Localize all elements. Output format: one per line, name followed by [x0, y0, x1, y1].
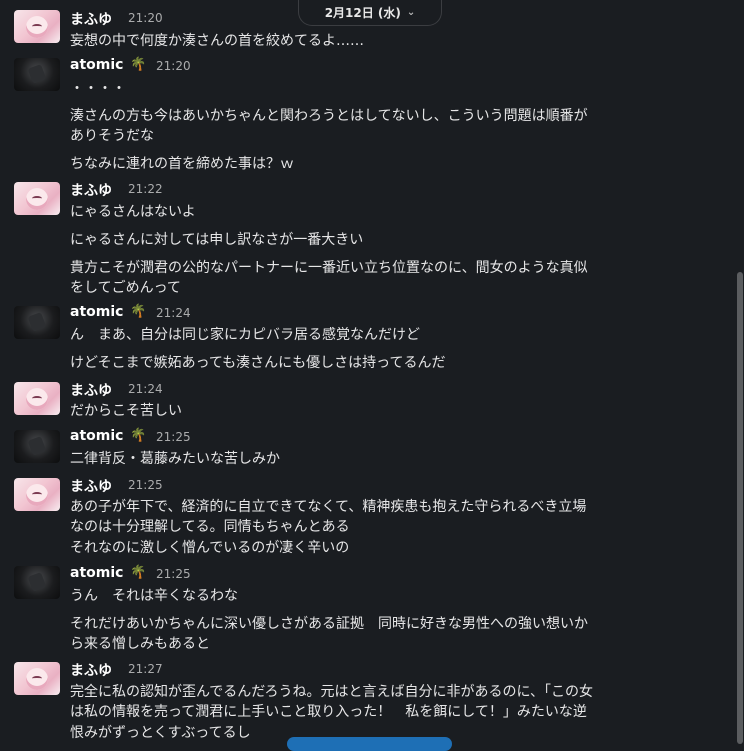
message-line: それだけあいかちゃんに深い優しさがある証拠 同時に好きな男性への強い想いか [70, 616, 588, 632]
date-divider-label: 2月12日 (水) [324, 6, 401, 20]
user-name[interactable]: まふゆ [70, 380, 112, 400]
message-line: 湊さんの方も今はあいかちゃんと関わろうとはしてないし、こういう問題は順番が [70, 108, 588, 124]
message-line: ちなみに連れの首を締めた事は？ｗ [70, 156, 294, 172]
user-name[interactable]: まふゆ [70, 180, 112, 200]
timestamp[interactable]: 21:22 [128, 182, 163, 196]
message-line: 妄想の中で何度か湊さんの首を絞めてるよ…… [70, 33, 364, 49]
palm-tree-icon: 🌴 [130, 565, 147, 580]
user-name[interactable]: atomic [70, 57, 123, 73]
jump-to-recent-button[interactable] [287, 737, 452, 751]
timestamp[interactable]: 21:27 [128, 662, 163, 676]
message-line: けどそこまで嫉妬あっても湊さんにも優しさは持ってるんだ [70, 355, 446, 371]
user-name[interactable]: まふゆ [70, 660, 112, 680]
message-line: 完全に私の認知が歪んでるんだろうね。元はと言えば自分に非があるのに、「この女 [70, 684, 594, 700]
chevron-down-icon: ⌄ [406, 7, 416, 18]
user-name[interactable]: atomic [70, 565, 123, 581]
message-line: だからこそ苦しい [70, 403, 182, 419]
scrollbar[interactable] [734, 0, 744, 744]
message-line: あの子が年下で、経済的に自立できてなくて、精神疾患も抱えた守られるべき立場 [70, 499, 587, 515]
message-line: なのは十分理解してる。同情もちゃんとある [70, 519, 350, 535]
timestamp[interactable]: 21:20 [156, 59, 191, 73]
message-line: 貴方こそが潤君の公的なパートナーに一番近い立ち位置なのに、間女のような真似 [70, 260, 588, 276]
message-line: にゃるさんに対しては申し訳なさが一番大きい [70, 232, 364, 248]
message-line: ありそうだな [70, 128, 154, 144]
timestamp[interactable]: 21:25 [156, 430, 191, 444]
timestamp[interactable]: 21:25 [128, 478, 163, 492]
palm-tree-icon: 🌴 [130, 304, 147, 319]
message-line: にゃるさんはないよ [70, 204, 196, 220]
avatar[interactable] [14, 10, 60, 43]
message-line: それなのに激しく憎んでいるのが凄く辛いの [70, 540, 350, 556]
message-line: 二律背反・葛藤みたいな苦しみか [70, 451, 280, 467]
user-name[interactable]: まふゆ [70, 9, 112, 29]
avatar[interactable] [14, 478, 60, 511]
avatar[interactable] [14, 382, 60, 415]
message-line: は私の情報を売って潤君に上手いこと取り入った！ 私を餌にして！」みたいな逆 [70, 704, 587, 720]
message-line: ら来る憎しみもあると [70, 636, 210, 652]
avatar[interactable] [14, 306, 60, 339]
user-name[interactable]: まふゆ [70, 476, 112, 496]
timestamp[interactable]: 21:25 [156, 567, 191, 581]
palm-tree-icon: 🌴 [130, 57, 147, 72]
avatar[interactable] [14, 430, 60, 463]
timestamp[interactable]: 21:20 [128, 11, 163, 25]
date-divider-button[interactable]: 2月12日 (水) ⌄ [298, 0, 442, 26]
avatar[interactable] [14, 58, 60, 91]
avatar[interactable] [14, 566, 60, 599]
message-line: 恨みがずっとくすぶってるし [70, 725, 251, 741]
scrollbar-thumb[interactable] [737, 272, 743, 744]
palm-tree-icon: 🌴 [130, 428, 147, 443]
message-line: うん それは辛くなるわな [70, 588, 238, 604]
timestamp[interactable]: 21:24 [128, 382, 163, 396]
user-name[interactable]: atomic [70, 428, 123, 444]
timestamp[interactable]: 21:24 [156, 306, 191, 320]
message-line: ん まあ、自分は同じ家にカピバラ居る感覚なんだけど [70, 327, 420, 343]
avatar[interactable] [14, 182, 60, 215]
avatar[interactable] [14, 662, 60, 695]
message-feed: まふゆ 21:20 妄想の中で何度か湊さんの首を絞めてるよ…… atomic 🌴… [0, 0, 734, 744]
message-line: をしてごめんって [70, 280, 181, 296]
user-name[interactable]: atomic [70, 304, 123, 320]
message-line: ・・・・ [70, 81, 126, 97]
